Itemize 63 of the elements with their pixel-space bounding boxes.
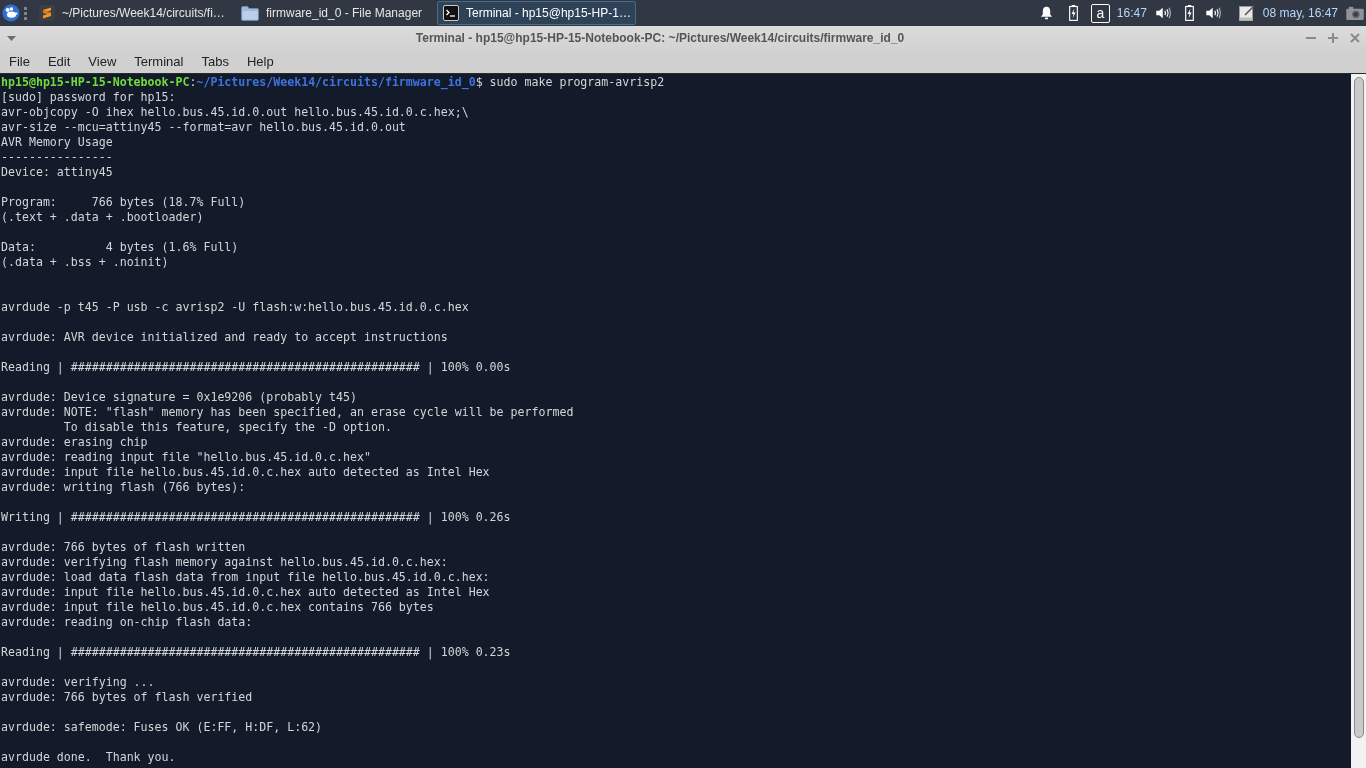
- terminal-line: (.data + .bss + .noinit): [1, 255, 169, 270]
- terminal-line: Data: 4 bytes (1.6% Full): [1, 240, 239, 255]
- speaker-icon[interactable]: [1205, 7, 1222, 19]
- notepad-pencil-icon[interactable]: [1238, 5, 1255, 21]
- camera-icon[interactable]: [1346, 6, 1364, 20]
- terminal-line: avrdude: reading on-chip flash data:: [1, 615, 253, 630]
- terminal-line: Reading | ################################################## | 100% 0.00s: [1, 360, 511, 375]
- terminal-line: ----------------: [1, 150, 113, 165]
- terminal-line: [sudo] password for hp15:: [1, 90, 176, 105]
- terminal-line: avr-objcopy -O ihex hello.bus.45.id.0.out hello.bus.45.id.0.c.hex;\: [1, 105, 469, 120]
- taskbar-task[interactable]: ~/Pictures/Week14/circuits/fi…: [33, 1, 231, 25]
- terminal-line: avrdude done. Thank you.: [1, 750, 176, 765]
- terminal-icon: [443, 5, 459, 21]
- app-logo-icon: [39, 5, 55, 21]
- terminal-line: Reading | ################################################## | 100% 0.23s: [1, 645, 511, 660]
- command-prompt-line: hp15@hp15-HP-15-Notebook-PC:~/Pictures/Week14/circuits/firmware_id_0$ sudo make program-avrisp2: [1, 75, 665, 90]
- battery-charging-icon[interactable]: [1184, 5, 1194, 21]
- date-time[interactable]: 08 may, 16:47: [1262, 6, 1338, 20]
- terminal-line: avrdude: verifying ...: [1, 675, 155, 690]
- taskbar-task[interactable]: Terminal - hp15@hp15-HP-1…: [437, 1, 636, 25]
- menu-icon[interactable]: [2, 4, 20, 22]
- caret-down-icon[interactable]: [6, 35, 16, 41]
- terminal-line: avrdude: reading input file "hello.bus.45.id.0.c.hex": [1, 450, 371, 465]
- terminal-line: avrdude: writing flash (766 bytes):: [1, 480, 246, 495]
- bell-icon[interactable]: [1039, 6, 1053, 20]
- menu-item[interactable]: Tabs: [192, 51, 238, 72]
- terminal-line: avrdude: verifying flash memory against hello.bus.45.id.0.c.hex:: [1, 555, 448, 570]
- terminal-line: AVR Memory Usage: [1, 135, 113, 150]
- keyboard-layout-indicator[interactable]: a: [1090, 3, 1110, 23]
- terminal-line: avrdude: safemode: Fuses OK (E:FF, H:DF, L:62): [1, 720, 323, 735]
- battery-charging-icon[interactable]: [1068, 5, 1078, 21]
- terminal-line: avrdude: input file hello.bus.45.id.0.c.hex auto detected as Intel Hex: [1, 465, 490, 480]
- clock[interactable]: 16:47: [1116, 6, 1147, 20]
- grip-icon[interactable]: [24, 6, 27, 20]
- terminal-line: Writing | ################################################## | 100% 0.26s: [1, 510, 511, 525]
- taskbar-task[interactable]: firmware_id_0 - File Manager: [235, 1, 433, 25]
- terminal-line: avr-size --mcu=attiny45 --format=avr hello.bus.45.id.0.out: [1, 120, 406, 135]
- maximize-icon[interactable]: [1328, 33, 1338, 43]
- terminal-line: avrdude -p t45 -P usb -c avrisp2 -U flash:w:hello.bus.45.id.0.c.hex: [1, 300, 469, 315]
- terminal-line: Program: 766 bytes (18.7% Full): [1, 195, 246, 210]
- menu-item[interactable]: Help: [237, 51, 283, 72]
- speaker-icon[interactable]: [1155, 7, 1172, 19]
- folder-icon: [241, 5, 259, 21]
- terminal-line: avrdude: input file hello.bus.45.id.0.c.hex contains 766 bytes: [1, 600, 434, 615]
- terminal-line: avrdude: NOTE: "flash" memory has been specified, an erase cycle will be performed: [1, 405, 574, 420]
- menu-item[interactable]: Edit: [38, 51, 80, 72]
- window-title: Terminal - hp15@hp15-HP-15-Notebook-PC: ~/Pictures/Week14/circuits/firmware_id_0: [415, 31, 905, 45]
- terminal-line: avrdude: 766 bytes of flash written: [1, 540, 246, 555]
- scrollbar[interactable]: [1351, 74, 1366, 768]
- terminal-line: avrdude: AVR device initialized and ready to accept instructions: [1, 330, 448, 345]
- terminal-line: (.text + .data + .bootloader): [1, 210, 204, 225]
- scrollbar-thumb[interactable]: [1353, 77, 1364, 738]
- terminal-line: avrdude: load data flash data from input file hello.bus.45.id.0.c.hex:: [1, 570, 490, 585]
- menu-item[interactable]: View: [79, 51, 126, 72]
- close-icon[interactable]: [1350, 33, 1360, 43]
- terminal-line: avrdude: 766 bytes of flash verified: [1, 690, 253, 705]
- terminal-line: To disable this feature, specify the -D option.: [62, 420, 392, 435]
- terminal-line: avrdude: input file hello.bus.45.id.0.c.hex auto detected as Intel Hex: [1, 585, 490, 600]
- menu-item[interactable]: File: [0, 51, 39, 72]
- terminal-line: avrdude: Device signature = 0x1e9206 (probably t45): [1, 390, 357, 405]
- terminal-line: avrdude: erasing chip: [1, 435, 148, 450]
- terminal-line: Device: attiny45: [1, 165, 113, 180]
- menu-item[interactable]: Terminal: [125, 51, 193, 72]
